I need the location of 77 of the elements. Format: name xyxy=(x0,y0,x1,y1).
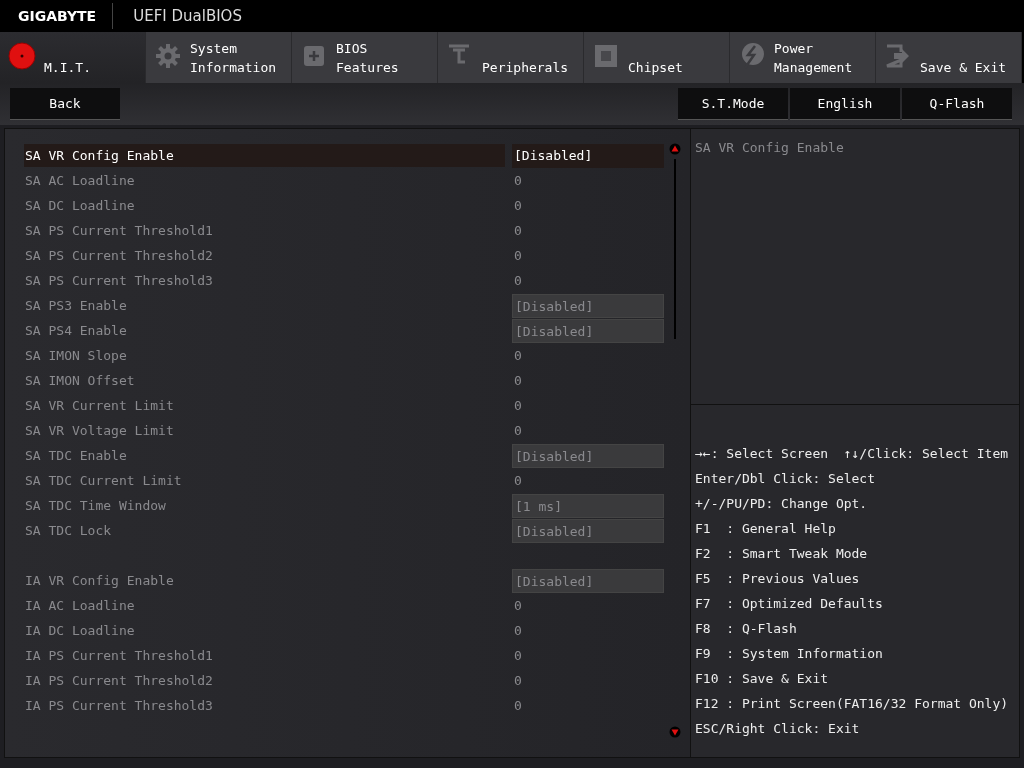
disc-icon xyxy=(8,42,36,70)
option-value[interactable]: [Disabled] xyxy=(512,293,664,318)
setting-label[interactable]: IA VR Config Enable xyxy=(24,569,505,592)
setting-label[interactable]: SA PS Current Threshold2 xyxy=(24,244,505,267)
setting-label[interactable]: IA DC Loadline xyxy=(24,619,505,642)
number-value[interactable]: 0 xyxy=(512,668,664,693)
toolbar-button[interactable]: Q-Flash xyxy=(902,88,1012,120)
number-value[interactable]: 0 xyxy=(512,268,664,293)
menu-tab[interactable]: Save & Exit xyxy=(876,32,1022,83)
number-value[interactable]: 0 xyxy=(512,393,664,418)
number-value[interactable]: 0 xyxy=(512,468,664,493)
menu-tab[interactable]: Power Management xyxy=(730,32,876,83)
scroll-down-icon[interactable] xyxy=(669,726,681,738)
help-line: →←: Select Screen ↑↓/Click: Select Item xyxy=(695,445,1010,463)
help-line: ESC/Right Click: Exit xyxy=(695,720,861,738)
setting-label[interactable]: IA PS Current Threshold3 xyxy=(24,694,505,717)
scroll-thumb[interactable] xyxy=(674,159,676,339)
setting-label[interactable]: SA VR Voltage Limit xyxy=(24,419,505,442)
number-value[interactable]: 0 xyxy=(512,418,664,443)
help-line: F2 : Smart Tweak Mode xyxy=(695,545,869,563)
option-value[interactable]: [Disabled] xyxy=(512,518,664,543)
setting-label[interactable]: SA AC Loadline xyxy=(24,169,505,192)
setting-label[interactable]: SA TDC Lock xyxy=(24,519,505,542)
toolbar-button[interactable]: S.T.Mode xyxy=(678,88,788,120)
help-line: F8 : Q-Flash xyxy=(695,620,798,638)
setting-label[interactable]: IA PS Current Threshold2 xyxy=(24,669,505,692)
scroll-up-icon[interactable] xyxy=(669,143,681,155)
option-value[interactable]: [Disabled] xyxy=(512,568,664,593)
bios-title: UEFI DualBIOS xyxy=(132,7,242,25)
menu-tab[interactable]: BIOS Features xyxy=(292,32,438,83)
setting-label[interactable]: SA PS4 Enable xyxy=(24,319,505,342)
help-line: F12 : Print Screen(FAT16/32 Format Only) xyxy=(695,695,1010,713)
exit-icon xyxy=(884,42,912,70)
menu-tab[interactable]: System Information xyxy=(146,32,292,83)
number-value[interactable]: 0 xyxy=(512,593,664,618)
setting-label[interactable]: SA TDC Enable xyxy=(24,444,505,467)
toolbar-button[interactable]: English xyxy=(790,88,900,120)
option-value[interactable]: [1 ms] xyxy=(512,493,664,518)
board-icon xyxy=(592,42,620,70)
help-line: F5 : Previous Values xyxy=(695,570,861,588)
option-value[interactable]: [Disabled] xyxy=(512,143,664,168)
setting-label[interactable]: SA DC Loadline xyxy=(24,194,505,217)
number-value[interactable]: 0 xyxy=(512,693,664,718)
help-line: F7 : Optimized Defaults xyxy=(695,595,884,613)
option-value[interactable]: [Disabled] xyxy=(512,318,664,343)
setting-label[interactable]: SA IMON Offset xyxy=(24,369,505,392)
menu-tab[interactable]: M.I.T. xyxy=(0,32,146,83)
setting-label[interactable]: IA PS Current Threshold1 xyxy=(24,644,505,667)
help-line: Enter/Dbl Click: Select xyxy=(695,470,876,488)
setting-label[interactable]: SA PS Current Threshold1 xyxy=(24,219,505,242)
setting-label[interactable]: SA TDC Time Window xyxy=(24,494,505,517)
number-value[interactable]: 0 xyxy=(512,343,664,368)
number-value[interactable]: 0 xyxy=(512,618,664,643)
menu-tab[interactable]: Peripherals xyxy=(438,32,584,83)
setting-label[interactable]: SA PS Current Threshold3 xyxy=(24,269,505,292)
item-description: SA VR Config Enable xyxy=(695,140,844,155)
number-value[interactable]: 0 xyxy=(512,168,664,193)
number-value[interactable]: 0 xyxy=(512,643,664,668)
help-line: F9 : System Information xyxy=(695,645,884,663)
help-line: F1 : General Help xyxy=(695,520,837,538)
help-line: F10 : Save & Exit xyxy=(695,670,830,688)
brand-logo: GIGABYTE xyxy=(0,3,114,29)
setting-label[interactable]: SA TDC Current Limit xyxy=(24,469,505,492)
option-value[interactable]: [Disabled] xyxy=(512,443,664,468)
number-value[interactable]: 0 xyxy=(512,368,664,393)
setting-label[interactable]: SA IMON Slope xyxy=(24,344,505,367)
setting-label[interactable]: IA AC Loadline xyxy=(24,594,505,617)
back-button[interactable]: Back xyxy=(10,88,120,120)
number-value[interactable]: 0 xyxy=(512,243,664,268)
gear-icon xyxy=(154,42,182,70)
help-line: +/-/PU/PD: Change Opt. xyxy=(695,495,869,513)
setting-label[interactable]: SA PS3 Enable xyxy=(24,294,505,317)
setting-label[interactable]: SA VR Current Limit xyxy=(24,394,505,417)
menu-tab[interactable]: Chipset xyxy=(584,32,730,83)
number-value[interactable]: 0 xyxy=(512,218,664,243)
number-value[interactable]: 0 xyxy=(512,193,664,218)
setting-label[interactable]: SA VR Config Enable xyxy=(24,144,505,167)
